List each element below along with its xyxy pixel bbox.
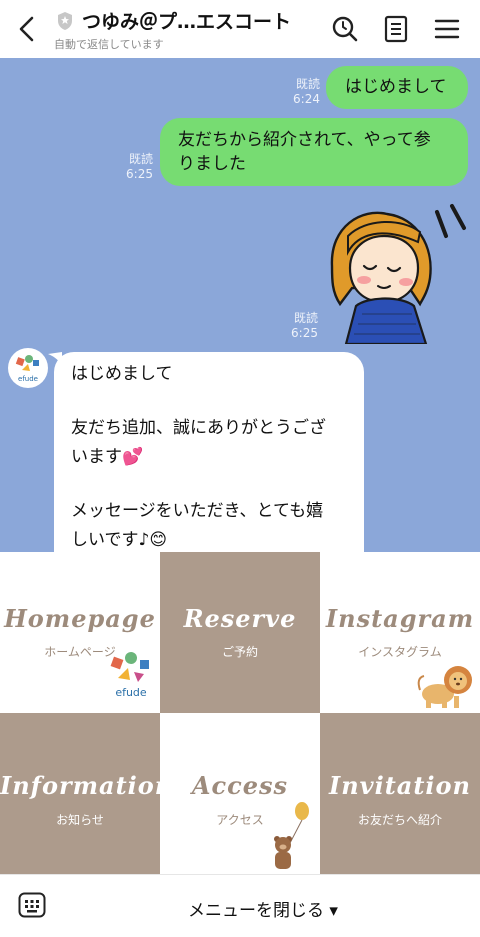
chat-area[interactable]: 既読 6:24 はじめまして 既読 6:25 友だちから紹介されて、やって参 り… bbox=[0, 58, 480, 552]
bottom-bar: メニューを閉じる ▾ bbox=[0, 874, 480, 937]
tile-sub-label: インスタグラム bbox=[358, 645, 442, 659]
chat-header: つゆみ＠プ…エスコート 自動で返信しています bbox=[0, 0, 480, 58]
logo-text: efude bbox=[115, 686, 147, 699]
menu-tile-access[interactable]: Access アクセス bbox=[160, 713, 320, 874]
auto-reply-status: 自動で返信しています bbox=[54, 38, 164, 51]
tile-script-label: Information bbox=[0, 771, 160, 800]
read-receipt: 既読 bbox=[293, 311, 318, 325]
tile-script-label: Instagram bbox=[325, 604, 475, 633]
tile-script-label: Homepage bbox=[4, 604, 156, 633]
message-text-line bbox=[71, 469, 364, 493]
tile-sub-label: お友だちへ紹介 bbox=[357, 813, 442, 827]
message-text-line: 友だち追加、誠にありがとうござ bbox=[71, 418, 326, 438]
message-meta: 既読 6:25 bbox=[278, 311, 318, 341]
menu-tile-invitation[interactable]: Invitation お友だちへ紹介 bbox=[320, 713, 480, 874]
message-text-line: りました bbox=[178, 154, 246, 174]
chat-title[interactable]: つゆみ＠プ…エスコート bbox=[82, 7, 291, 34]
message-text-line: 友だちから紹介されて、やって参 bbox=[178, 130, 431, 150]
back-chevron-icon[interactable] bbox=[12, 12, 40, 46]
girl-bowing-sticker[interactable] bbox=[322, 196, 472, 344]
read-receipt: 既読 bbox=[128, 152, 153, 166]
message-text-line bbox=[71, 386, 364, 410]
efude-logo-icon: efude bbox=[15, 355, 39, 383]
avatar-text: efude bbox=[18, 375, 38, 383]
message-text-line: はじめまして bbox=[71, 364, 173, 384]
keyboard-icon[interactable] bbox=[18, 892, 46, 918]
tile-script-label: Access bbox=[191, 771, 289, 800]
close-menu-button[interactable]: メニューを閉じる ▾ bbox=[188, 896, 338, 921]
menu-tile-homepage[interactable]: Homepage ホームページ efude bbox=[0, 552, 160, 713]
shield-icon bbox=[58, 12, 72, 30]
menu-tile-information[interactable]: Information お知らせ bbox=[0, 713, 160, 874]
timestamp: 6:24 bbox=[293, 92, 320, 106]
lion-illustration-icon bbox=[417, 666, 472, 708]
search-icon[interactable] bbox=[330, 14, 360, 44]
timestamp: 6:25 bbox=[291, 326, 318, 340]
account-avatar[interactable]: efude bbox=[8, 348, 48, 388]
menu-tile-instagram[interactable]: Instagram インスタグラム bbox=[320, 552, 480, 713]
message-bubble-sent[interactable]: はじめまして bbox=[326, 66, 468, 109]
read-receipt: 既読 bbox=[295, 77, 320, 91]
tile-sub-label: ご予約 bbox=[221, 645, 258, 659]
message-bubble-sent[interactable]: 友だちから紹介されて、やって参 りました bbox=[160, 118, 468, 186]
message-bubble-received[interactable]: はじめまして 友だち追加、誠にありがとうござ います💕 メッセージをいただき、と… bbox=[54, 352, 364, 552]
efude-logo-icon: efude bbox=[110, 652, 149, 699]
tile-script-label: Reserve bbox=[183, 604, 297, 633]
message-text-line: メッセージをいただき、とても嬉 bbox=[71, 501, 324, 521]
bear-with-balloon-icon bbox=[274, 802, 309, 869]
rich-menu: Homepage ホームページ efude Reserve ご予約 Instag… bbox=[0, 552, 480, 874]
timestamp: 6:25 bbox=[126, 167, 153, 181]
tile-sub-label: お知らせ bbox=[56, 813, 104, 827]
message-meta: 既読 6:25 bbox=[113, 152, 153, 182]
message-text: はじめまして bbox=[345, 77, 447, 97]
message-meta: 既読 6:24 bbox=[280, 77, 320, 107]
menu-icon[interactable] bbox=[432, 14, 462, 44]
message-text-line: います💕 bbox=[71, 447, 144, 467]
notes-icon[interactable] bbox=[381, 14, 411, 44]
menu-tile-reserve[interactable]: Reserve ご予約 bbox=[160, 552, 320, 713]
message-text-line: しいです♪😊 bbox=[71, 530, 168, 550]
tile-script-label: Invitation bbox=[328, 771, 472, 800]
